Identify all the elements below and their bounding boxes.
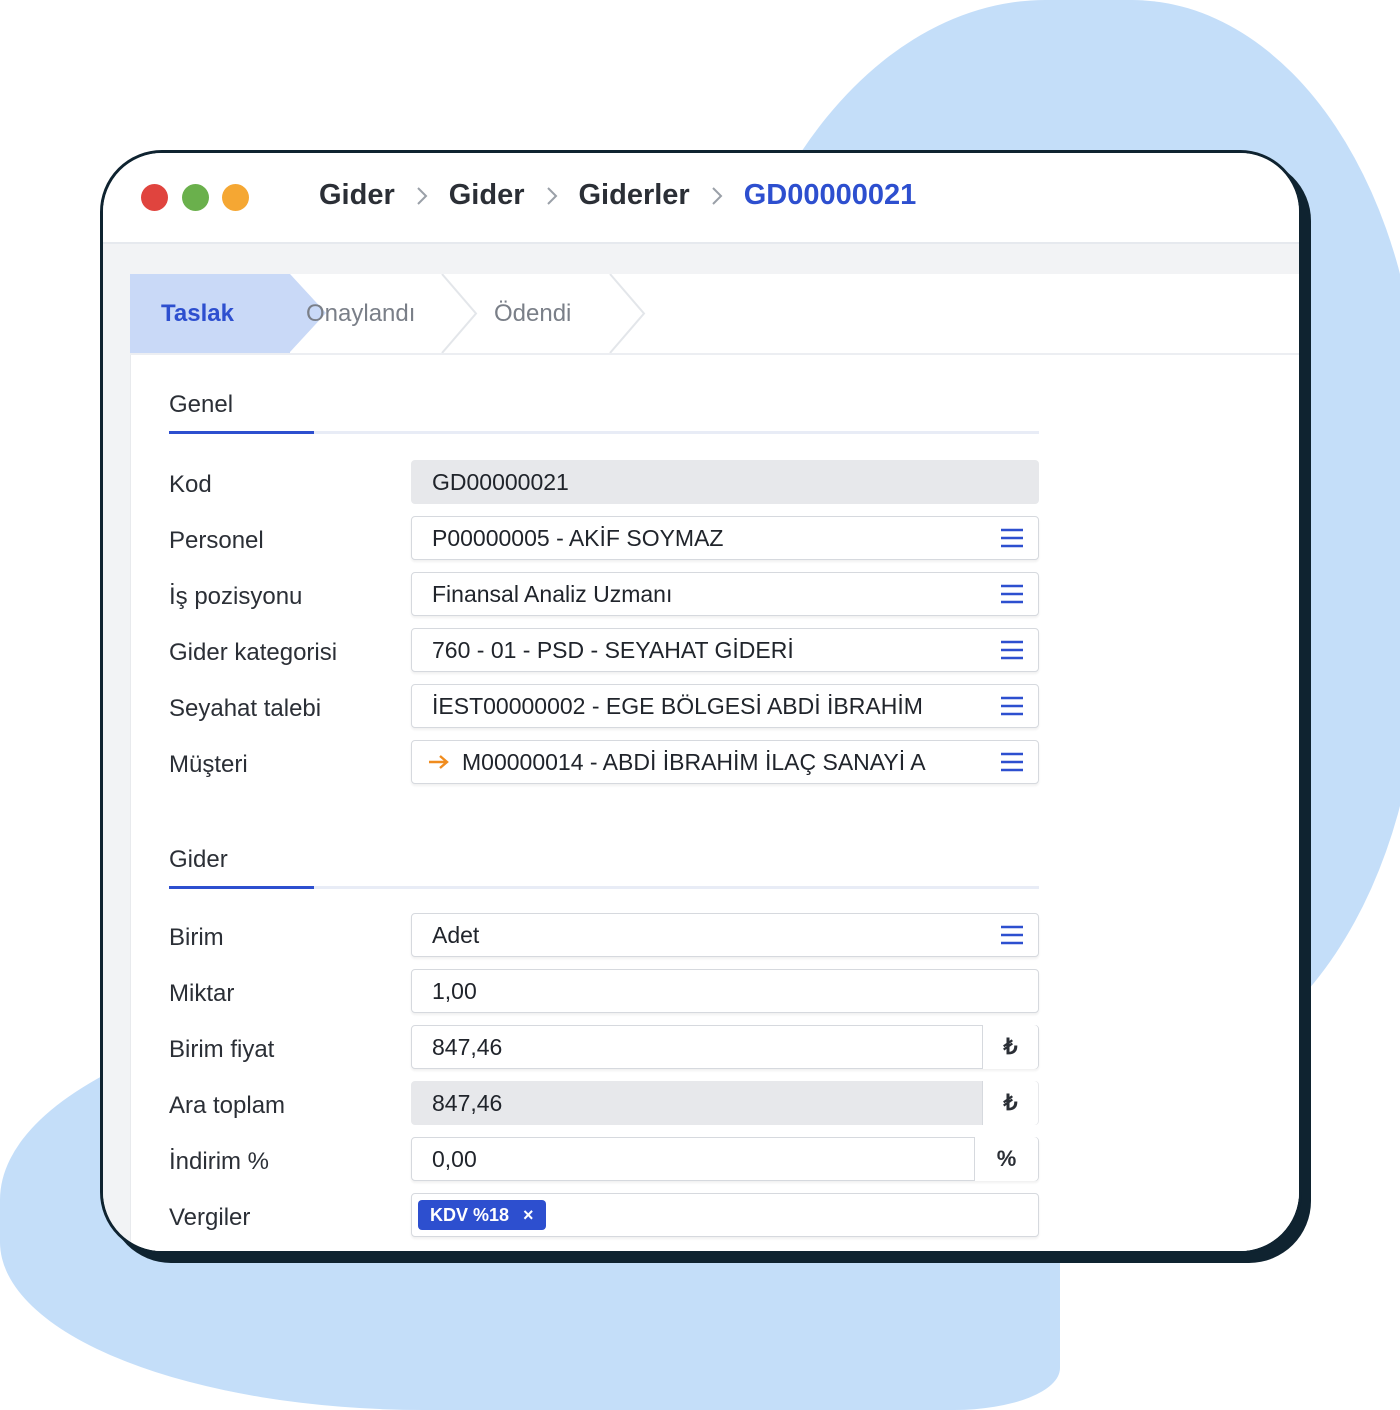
is-pozisyonu-value: Finansal Analiz Uzmanı: [432, 580, 673, 607]
field-label: İndirim %: [169, 1148, 270, 1175]
menu-icon[interactable]: [1000, 695, 1024, 717]
birim-value: Adet: [432, 921, 480, 948]
birim-select[interactable]: Adet: [411, 913, 1039, 957]
gider-kategorisi-value: 760 - 01 - PSD - SEYAHAT GİDERİ: [432, 636, 794, 663]
close-icon[interactable]: ×: [523, 1205, 534, 1226]
seyahat-talebi-select[interactable]: İEST00000002 - EGE BÖLGESİ ABDİ İBRAHİM: [411, 684, 1039, 728]
gider-kategorisi-select[interactable]: 760 - 01 - PSD - SEYAHAT GİDERİ: [411, 628, 1039, 672]
section-title-genel: Genel: [169, 391, 234, 418]
is-pozisyonu-select[interactable]: Finansal Analiz Uzmanı: [411, 572, 1039, 616]
field-label: Vergiler: [169, 1204, 251, 1231]
step-separator-icon: [441, 274, 478, 353]
chevron-right-icon: [539, 183, 565, 209]
personel-value: P00000005 - AKİF SOYMAZ: [432, 524, 724, 551]
section-divider: [169, 431, 1039, 434]
field-label: Seyahat talebi: [169, 695, 322, 722]
section-divider: [169, 886, 1039, 889]
indirim-value: 0,00: [432, 1145, 477, 1172]
field-label: Ara toplam: [169, 1092, 286, 1119]
title-bar: Gider Gider Giderler GD00000021: [103, 153, 1299, 244]
field-label: Müşteri: [169, 751, 248, 778]
personel-select[interactable]: P00000005 - AKİF SOYMAZ: [411, 516, 1039, 560]
field-label: Birim fiyat: [169, 1036, 275, 1063]
seyahat-talebi-value: İEST00000002 - EGE BÖLGESİ ABDİ İBRAHİM: [432, 692, 923, 719]
minimize-window-button[interactable]: [222, 184, 249, 211]
breadcrumb-item[interactable]: Gider: [319, 179, 395, 212]
status-step-onaylandi[interactable]: Onaylandı: [306, 274, 415, 353]
field-label: Miktar: [169, 980, 235, 1007]
menu-icon[interactable]: [1000, 924, 1024, 946]
step-separator-icon: [609, 274, 646, 353]
field-label: Birim: [169, 924, 224, 951]
vergiler-input[interactable]: KDV %18 ×: [411, 1193, 1039, 1237]
arrow-right-icon[interactable]: [428, 754, 450, 770]
maximize-window-button[interactable]: [182, 184, 209, 211]
musteri-select[interactable]: M00000014 - ABDİ İBRAHİM İLAÇ SANAYİ A: [411, 740, 1039, 784]
chevron-right-icon: [409, 183, 435, 209]
birim-fiyat-input[interactable]: 847,46 ₺: [411, 1025, 1039, 1069]
percent-addon: %: [974, 1137, 1038, 1181]
miktar-input[interactable]: 1,00: [411, 969, 1039, 1013]
indirim-input[interactable]: 0,00 %: [411, 1137, 1039, 1181]
field-label: Personel: [169, 527, 264, 554]
menu-icon[interactable]: [1000, 583, 1024, 605]
tax-tag-label: KDV %18: [430, 1204, 510, 1225]
kod-value: GD00000021: [432, 468, 569, 495]
currency-addon: ₺: [982, 1025, 1038, 1069]
status-step-taslak[interactable]: Taslak: [130, 274, 290, 353]
field-label: Kod: [169, 471, 212, 498]
status-step-label: Ödendi: [494, 299, 572, 327]
birim-fiyat-value: 847,46: [432, 1033, 503, 1060]
breadcrumb-item[interactable]: Gider: [449, 179, 525, 212]
breadcrumb: Gider Gider Giderler GD00000021: [319, 179, 916, 212]
ara-toplam-value: 847,46: [432, 1089, 503, 1116]
status-steps: Taslak Onaylandı Ödendi: [130, 274, 1299, 355]
app-window: Gider Gider Giderler GD00000021 Taslak O…: [100, 150, 1302, 1254]
ara-toplam-field: 847,46 ₺: [411, 1081, 1039, 1125]
tax-tag: KDV %18 ×: [418, 1200, 546, 1230]
status-step-label: Onaylandı: [306, 299, 416, 327]
menu-icon[interactable]: [1000, 751, 1024, 773]
breadcrumb-item[interactable]: Giderler: [579, 179, 690, 212]
chevron-right-icon: [704, 183, 730, 209]
musteri-value: M00000014 - ABDİ İBRAHİM İLAÇ SANAYİ A: [462, 748, 926, 775]
field-label: İş pozisyonu: [169, 583, 303, 610]
section-title-gider: Gider: [169, 846, 228, 873]
menu-icon[interactable]: [1000, 639, 1024, 661]
kod-field: GD00000021: [411, 460, 1039, 504]
status-step-odendi[interactable]: Ödendi: [494, 274, 571, 353]
currency-addon: ₺: [982, 1081, 1038, 1125]
field-label: Gider kategorisi: [169, 639, 338, 666]
breadcrumb-current: GD00000021: [743, 179, 917, 211]
close-window-button[interactable]: [141, 184, 168, 211]
status-step-label: Taslak: [161, 299, 234, 327]
miktar-value: 1,00: [432, 977, 477, 1004]
menu-icon[interactable]: [1000, 527, 1024, 549]
